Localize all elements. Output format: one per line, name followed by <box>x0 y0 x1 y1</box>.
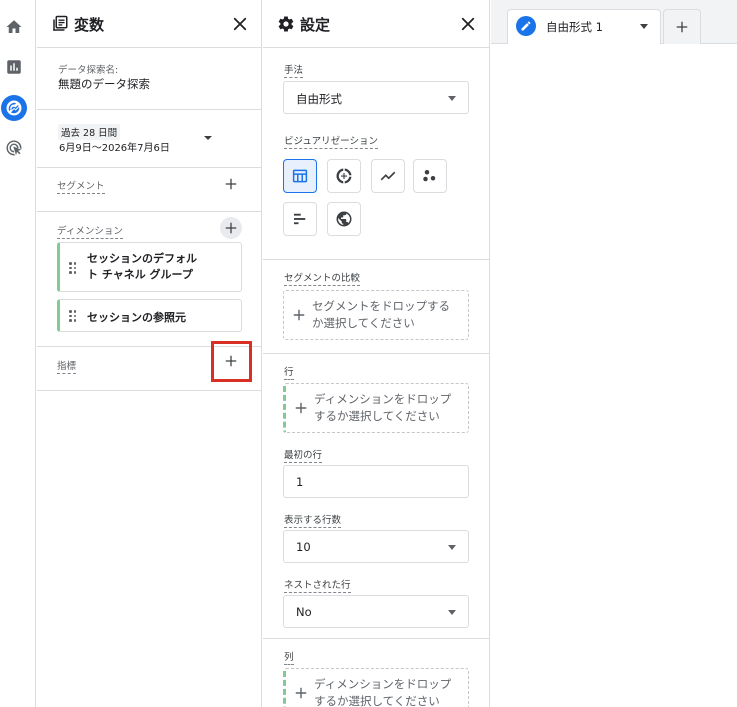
variables-header: 変数 <box>37 0 261 48</box>
donut-chart-icon[interactable] <box>327 159 361 193</box>
advertising-icon[interactable] <box>2 136 26 160</box>
drag-handle-icon[interactable] <box>69 262 77 274</box>
chevron-down-icon <box>448 96 456 101</box>
chevron-down-icon <box>448 610 456 615</box>
pencil-icon <box>516 16 536 36</box>
tab-label: 自由形式 1 <box>546 20 603 34</box>
nested-rows-select[interactable]: No <box>283 595 469 628</box>
reports-icon[interactable] <box>2 55 26 79</box>
add-tab-button[interactable] <box>663 9 701 44</box>
gear-icon <box>278 16 294 32</box>
date-range-value: 6月9日～2026年7月6日 <box>59 143 170 154</box>
drag-handle-icon[interactable] <box>69 310 77 322</box>
add-metric-icon[interactable] <box>220 350 242 372</box>
add-segment-icon[interactable] <box>220 173 242 195</box>
table-icon[interactable] <box>283 159 317 193</box>
metrics-label: 指標 <box>57 358 77 374</box>
date-dropdown-icon[interactable] <box>204 136 212 140</box>
first-row-label: 最初の行 <box>284 447 323 463</box>
explore-icon[interactable] <box>1 95 27 121</box>
dimensions-label: ディメンション <box>57 223 123 239</box>
tab-strip: 自由形式 1 <box>491 0 737 44</box>
rows-drop-line1: ディメンションをドロップ <box>314 392 452 406</box>
rows-drop-line2: するか選択してください <box>314 409 440 423</box>
add-icon <box>295 687 307 699</box>
geo-map-icon[interactable] <box>327 202 361 236</box>
nested-rows-value: No <box>296 605 312 619</box>
chevron-down-icon[interactable] <box>640 24 648 29</box>
divider <box>263 353 489 354</box>
home-icon[interactable] <box>2 15 26 39</box>
scatter-plot-icon[interactable] <box>413 159 447 193</box>
segments-section: セグメント <box>37 168 261 212</box>
dimension-chip-line1: セッションのデフォル <box>87 252 197 265</box>
divider <box>263 638 489 639</box>
visualization-label: ビジュアリゼーション <box>284 133 378 149</box>
segment-drop-line2: か選択してください <box>312 316 415 330</box>
dimension-chip-label: セッションの参照元 <box>87 311 186 324</box>
add-icon <box>295 402 307 414</box>
technique-label: 手法 <box>284 62 304 78</box>
divider <box>263 259 489 260</box>
segment-drop-line1: セグメントをドロップする <box>312 299 450 313</box>
dimension-chip[interactable]: セッションの参照元 <box>57 299 242 332</box>
columns-drop-zone[interactable]: ディメンションをドロップ するか選択してください <box>283 668 469 707</box>
segments-label: セグメント <box>57 178 105 194</box>
close-settings-icon[interactable] <box>459 15 477 33</box>
nested-rows-label: ネストされた行 <box>284 577 351 593</box>
columns-drop-line2: するか選択してください <box>314 694 440 707</box>
rows-drop-zone[interactable]: ディメンションをドロップ するか選択してください <box>283 383 469 433</box>
dimension-chip-line2: ト チャネル グループ <box>87 268 193 281</box>
date-range-section[interactable]: 過去 28 日間 6月9日～2026年7月6日 <box>37 110 261 168</box>
metrics-section: 指標 <box>37 341 261 391</box>
exploration-name-input[interactable]: 無題のデータ探索 <box>58 76 150 92</box>
add-icon <box>676 21 688 33</box>
add-dimension-icon[interactable] <box>220 217 242 239</box>
dimensions-section: ディメンション セッションのデフォル ト チャネル グループ セッションの参照元 <box>37 212 261 347</box>
exploration-name-section: データ探索名: 無題のデータ探索 <box>37 49 261 110</box>
settings-header: 設定 <box>263 0 489 48</box>
line-chart-icon[interactable] <box>371 159 405 193</box>
segment-compare-label: セグメントの比較 <box>284 270 361 286</box>
variables-title: 変数 <box>74 16 105 34</box>
segment-drop-zone[interactable]: セグメントをドロップする か選択してください <box>283 290 469 340</box>
settings-title: 設定 <box>300 16 331 34</box>
add-icon <box>293 309 305 321</box>
variables-panel: 変数 データ探索名: 無題のデータ探索 過去 28 日間 6月9日～2026年7… <box>37 0 262 707</box>
tab-freeform-1[interactable]: 自由形式 1 <box>507 9 661 44</box>
settings-panel: 設定 手法 自由形式 ビジュアリゼーション セグメントの比較 セグメントをドロッ… <box>263 0 490 707</box>
first-row-value: 1 <box>296 475 304 489</box>
close-variables-icon[interactable] <box>231 15 249 33</box>
technique-select[interactable]: 自由形式 <box>283 81 469 114</box>
rows-to-show-value: 10 <box>296 540 311 554</box>
date-range-chip: 過去 28 日間 <box>58 124 121 140</box>
chevron-down-icon <box>448 545 456 550</box>
columns-label: 列 <box>284 649 294 665</box>
exploration-name-label: データ探索名: <box>58 65 119 76</box>
columns-drop-line1: ディメンションをドロップ <box>314 677 452 691</box>
technique-value: 自由形式 <box>296 92 342 106</box>
bar-chart-icon[interactable] <box>283 202 317 236</box>
rows-label: 行 <box>284 364 294 380</box>
rows-to-show-select[interactable]: 10 <box>283 530 469 563</box>
rows-to-show-label: 表示する行数 <box>284 512 342 528</box>
left-navigation-rail <box>0 0 36 707</box>
canvas-area: 自由形式 1 <box>491 0 737 707</box>
dimension-chip[interactable]: セッションのデフォル ト チャネル グループ <box>57 242 242 292</box>
variables-icon <box>53 15 68 31</box>
first-row-input[interactable]: 1 <box>283 465 469 498</box>
